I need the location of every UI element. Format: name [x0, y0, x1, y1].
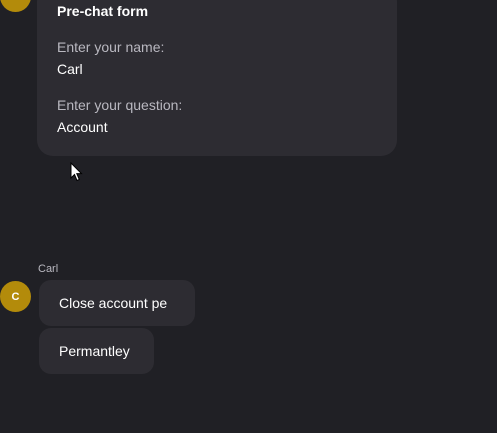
mouse-pointer-icon	[70, 162, 83, 182]
message-bubble: Permantley	[39, 328, 154, 374]
user-avatar-initial: C	[11, 290, 20, 303]
user-avatar: C	[0, 281, 31, 312]
name-label: Enter your name:	[57, 39, 165, 55]
message-bubble: Close account pe	[39, 280, 195, 326]
form-title: Pre-chat form	[57, 3, 149, 19]
pre-chat-form-card: Pre-chat form Enter your name: Carl Ente…	[37, 0, 397, 156]
question-value: Account	[57, 119, 108, 135]
message-sender-name: Carl	[38, 263, 59, 275]
agent-avatar	[0, 0, 31, 12]
name-value: Carl	[57, 61, 83, 77]
question-label: Enter your question:	[57, 97, 183, 113]
